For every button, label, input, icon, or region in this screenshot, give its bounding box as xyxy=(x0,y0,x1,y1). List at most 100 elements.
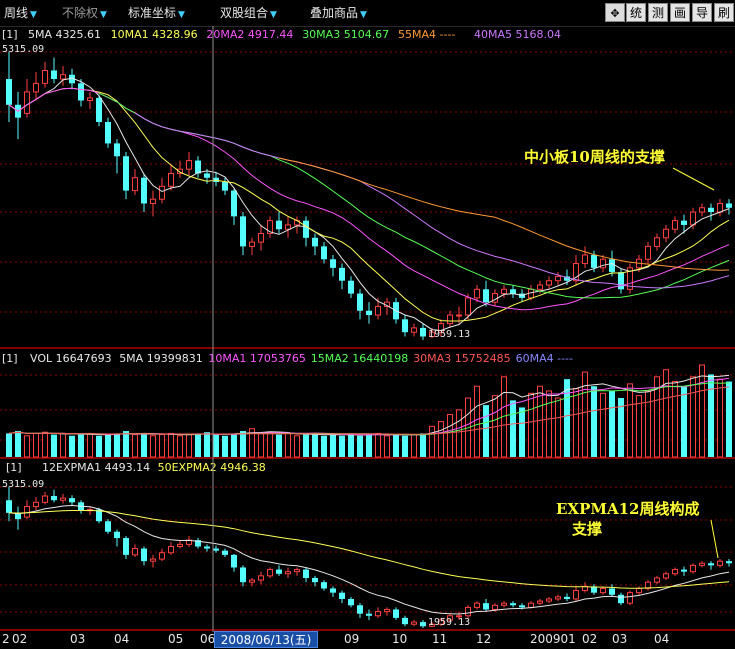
price-candle-body-up xyxy=(159,185,165,200)
price-panel-tag: [1] xyxy=(2,28,18,41)
expma12-line xyxy=(8,504,730,615)
expma-candle-body-down xyxy=(312,577,318,583)
volume-panel-tag: [1] xyxy=(2,352,18,365)
price-candle-body-down xyxy=(609,259,615,273)
volume-legend-item: 60MA4 ---- xyxy=(516,352,573,365)
volume-bar-down xyxy=(681,386,687,457)
expma-candle-body-up xyxy=(654,577,660,583)
price-candle-body-up xyxy=(537,284,543,290)
price-candle-body-down xyxy=(204,173,210,178)
x-axis-label: 09 xyxy=(344,632,359,646)
expma-candle-body-up xyxy=(258,575,264,581)
volume-bar-up xyxy=(87,432,93,458)
expma-candle-body-up xyxy=(267,569,273,577)
chevron-down-icon: ▼ xyxy=(360,10,367,20)
volume-bar-down xyxy=(222,435,228,457)
expma-candle-body-down xyxy=(204,546,210,549)
price-candle-body-down xyxy=(141,177,147,204)
stock-chart[interactable]: [1] 5MA 4325.61 10MA1 4328.96 20MA2 4917.4… xyxy=(0,26,735,649)
volume-bar-down xyxy=(51,434,57,457)
overlay-menu[interactable]: 叠加商品 ▼ xyxy=(310,4,367,21)
period-menu[interactable]: 周线 ▼ xyxy=(4,4,37,21)
rights-menu[interactable]: 不除权 ▼ xyxy=(62,4,107,21)
expma-candle-body-down xyxy=(123,538,129,555)
expma-candle-body-down xyxy=(303,569,309,578)
price-candle-body-down xyxy=(681,220,687,225)
price-candle-body-down xyxy=(240,216,246,247)
price-candle-body-up xyxy=(663,228,669,239)
price-candle-body-down xyxy=(312,237,318,247)
volume-bar-down xyxy=(726,381,732,457)
price-candle-body-up xyxy=(717,202,723,213)
volume-bar-down xyxy=(114,433,120,457)
price-candle-body-up xyxy=(42,69,48,84)
expma-candle-body-down xyxy=(339,592,345,599)
volume-bar-down xyxy=(708,374,714,457)
expma-candle-body-up xyxy=(501,602,507,606)
volume-bar-up xyxy=(573,388,579,458)
expma-candle-body-down xyxy=(231,554,237,568)
price-candle-body-down xyxy=(348,280,354,294)
refresh-button[interactable]: 刷 xyxy=(714,3,734,22)
price-candle-body-up xyxy=(582,254,588,265)
axis-menu[interactable]: 标准坐标 ▼ xyxy=(128,4,185,21)
volume-bar-up xyxy=(168,432,174,458)
price-candle-body-up xyxy=(168,172,174,187)
expma-candle-body-down xyxy=(330,588,336,593)
volume-bar-up xyxy=(177,435,183,458)
price-candle-body-up xyxy=(456,314,462,317)
expma-candle-body-up xyxy=(411,621,417,625)
volume-bar-up xyxy=(132,434,138,458)
volume-bar-down xyxy=(69,435,75,457)
expma-candle-body-down xyxy=(348,598,354,606)
expma-candle-body-up xyxy=(672,569,678,575)
expma-low-label: 1959.13 xyxy=(428,617,470,628)
price-candle-body-down xyxy=(114,143,120,157)
price-candle-body-down xyxy=(618,272,624,290)
expma-candle-body-down xyxy=(213,548,219,551)
export-button[interactable]: 导 xyxy=(692,3,712,22)
price-candle-body-up xyxy=(465,297,471,316)
chevron-down-icon: ▼ xyxy=(270,10,277,20)
volume-bar-up xyxy=(411,434,417,458)
x-axis-label: 04 xyxy=(114,632,129,646)
price-candle-body-up xyxy=(474,288,480,299)
price-candle-body-down xyxy=(123,156,129,191)
draw-button[interactable]: 画 xyxy=(670,3,690,22)
volume-bar-down xyxy=(276,434,282,457)
volume-bar-up xyxy=(474,385,480,458)
crosshair-button[interactable]: ✥ xyxy=(605,3,625,22)
stats-button[interactable]: 统 xyxy=(626,3,646,22)
measure-button[interactable]: 测 xyxy=(648,3,668,22)
volume-bar-up xyxy=(186,434,192,458)
ma30-line xyxy=(98,92,730,299)
volume-legend-item: 10MA1 17053765 xyxy=(208,352,306,365)
price-candle-body-down xyxy=(105,121,111,144)
price-legend-item: 10MA1 4328.96 xyxy=(111,28,198,41)
price-candle-body-up xyxy=(600,258,606,269)
volume-bar-up xyxy=(699,364,705,458)
expma-candle-body-down xyxy=(51,496,57,501)
volume-bars xyxy=(6,364,732,458)
volume-bar-down xyxy=(15,431,21,457)
volume-bar-up xyxy=(150,435,156,458)
price-high-label: 5315.09 xyxy=(2,44,44,55)
volume-legend-item: VOL 16647693 xyxy=(30,352,112,365)
expma-candle-body-up xyxy=(42,495,48,503)
volume-bar-down xyxy=(591,386,597,457)
volume-bar-down xyxy=(510,400,516,457)
expma-candle-body-up xyxy=(474,602,480,608)
volume-bar-up xyxy=(582,371,588,458)
price-candle-body-down xyxy=(51,70,57,80)
price-candle-body-up xyxy=(690,211,696,226)
price-candle-body-up xyxy=(546,280,552,286)
expma-candle-body-up xyxy=(384,608,390,613)
combine-menu[interactable]: 双股组合 ▼ xyxy=(220,4,277,21)
volume-bar-up xyxy=(42,431,48,458)
volume-bar-down xyxy=(312,433,318,457)
expma-candle-body-up xyxy=(636,587,642,594)
expma-candle-body-up xyxy=(285,571,291,575)
x-axis-label: 02 xyxy=(12,632,27,646)
volume-bar-up xyxy=(555,397,561,458)
price-low-label: 1959.13 xyxy=(428,329,470,340)
